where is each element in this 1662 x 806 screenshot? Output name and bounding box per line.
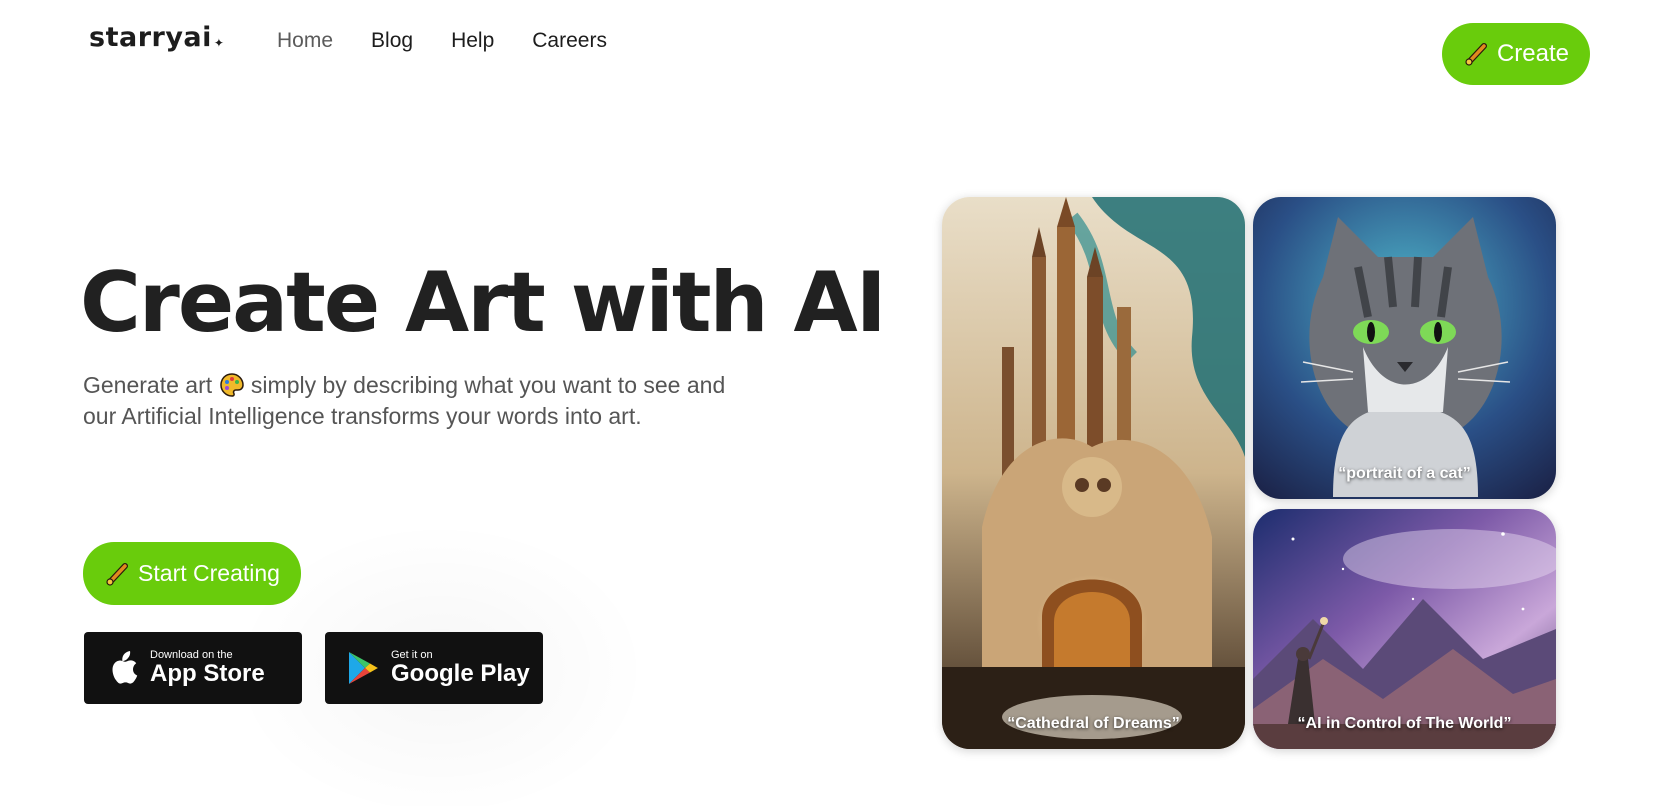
art-caption: “portrait of a cat” <box>1338 465 1471 482</box>
app-store-button[interactable]: Download on the App Store <box>84 632 302 704</box>
nav-help[interactable]: Help <box>451 29 494 53</box>
hero-title: Create Art with AI <box>80 254 887 351</box>
apple-icon <box>112 651 138 684</box>
cat-artwork <box>1253 197 1556 499</box>
brand-logo[interactable]: starryai ✦ <box>89 22 224 53</box>
start-creating-button[interactable]: Start Creating <box>83 542 301 605</box>
art-card-cat[interactable]: “portrait of a cat” <box>1253 197 1556 499</box>
cathedral-artwork <box>942 197 1245 749</box>
art-caption: “AI in Control of The World” <box>1297 715 1512 732</box>
paintbrush-icon <box>106 562 129 586</box>
create-button[interactable]: Create <box>1442 23 1590 85</box>
nav-home[interactable]: Home <box>277 29 333 53</box>
star-icon: ✦ <box>213 36 225 50</box>
create-button-label: Create <box>1496 40 1570 67</box>
google-play-icon <box>349 652 378 684</box>
palette-icon <box>219 373 244 397</box>
start-creating-label: Start Creating <box>138 560 280 586</box>
hero-subtitle: Generate art simply by describing what y… <box>83 372 726 429</box>
world-artwork <box>1253 509 1556 749</box>
google-play-text: Get it on Google Play <box>391 649 530 687</box>
nav-careers[interactable]: Careers <box>532 29 607 53</box>
google-play-button[interactable]: Get it on Google Play <box>325 632 543 704</box>
paintbrush-icon <box>1465 43 1487 66</box>
main-nav: Home Blog Help Careers <box>277 29 607 53</box>
app-store-text: Download on the App Store <box>150 649 265 687</box>
nav-blog[interactable]: Blog <box>371 29 413 53</box>
art-card-cathedral[interactable]: “Cathedral of Dreams” <box>942 197 1245 749</box>
art-caption: “Cathedral of Dreams” <box>1007 715 1180 732</box>
art-card-world[interactable]: “AI in Control of The World” <box>1253 509 1556 749</box>
